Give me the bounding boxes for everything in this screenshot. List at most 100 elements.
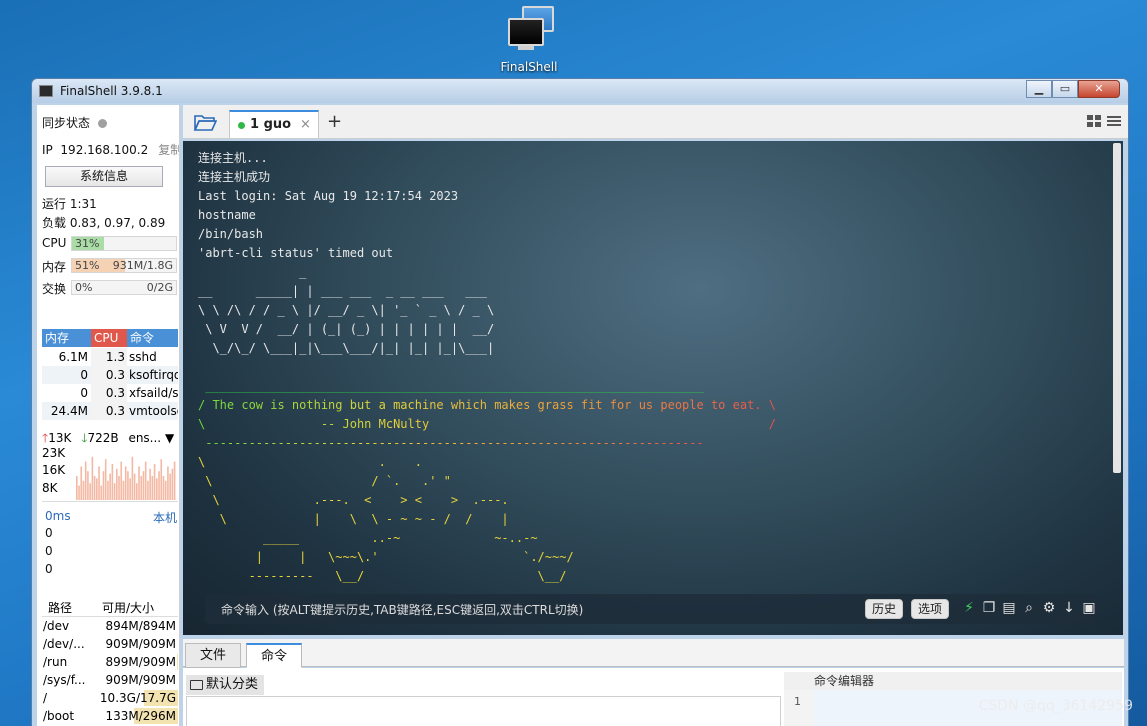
proc-col-cpu[interactable]: CPU [91,329,127,347]
copy-icon[interactable]: ❐ [981,599,997,617]
command-input-bar[interactable]: 命令输入 (按ALT键提示历史,TAB键路径,ESC键返回,双击CTRL切换) … [205,594,1098,624]
ip-value: 192.168.100.2 [60,143,149,157]
session-tab-bar: 1 guo × + [183,105,1128,139]
terminal[interactable]: 连接主机... 连接主机成功 Last login: Sat Aug 19 12… [183,141,1123,635]
editor-line-numbers: 1 [784,690,814,726]
net-bar [164,480,167,500]
system-info-button[interactable]: 系统信息 [45,166,163,187]
download-rate: 722B [87,431,119,445]
mem-label: 内存 [42,260,67,274]
process-row[interactable]: 0 0.3 ksoftirqd [42,366,178,384]
tab-label: 1 guo [250,117,292,132]
window-title: FinalShell 3.9.8.1 [60,84,163,98]
options-button[interactable]: 选项 [911,599,950,619]
category-default[interactable]: 默认分类 [186,675,265,695]
close-button[interactable]: ✕ [1078,80,1120,98]
close-tab-icon[interactable]: × [300,117,311,132]
proc-col-cmd[interactable]: 命令 [127,329,178,347]
arrow-down-icon[interactable]: ↓ [1061,599,1077,617]
net-bar [142,471,145,500]
net-bar [122,480,125,500]
window-icon[interactable]: ▣ [1081,599,1097,617]
cpu-label: CPU [42,236,67,250]
net-bar [129,478,131,500]
swap-meter: 0% 0/2G [71,280,177,295]
terminal-scrollbar[interactable] [1113,143,1121,473]
proc-col-mem[interactable]: 内存 [42,329,91,347]
net-bar [78,485,80,500]
monitor-icon [504,4,554,54]
disk-col-size[interactable]: 可用/大小 [98,599,178,616]
net-bar [133,473,136,500]
net-bar [102,471,105,500]
net-bar [120,461,123,500]
net-bar [171,468,174,500]
net-bar [173,461,176,500]
disk-row[interactable]: /10.3G/17.7G [42,689,178,707]
add-tab-icon[interactable]: + [327,111,342,132]
desktop-icon-label: FinalShell [500,60,558,74]
process-table-header: 内存 CPU 命令 [42,329,178,347]
disk-col-path[interactable]: 路径 [42,599,98,616]
tab-commands[interactable]: 命令 [246,643,303,668]
net-bar [84,461,87,500]
connected-status-icon [238,122,245,129]
process-row[interactable]: 24.4M0.3vmtoolsd [42,402,178,420]
process-row[interactable]: 6.1M 1.3 sshd [42,348,178,366]
bottom-tab-bar: 文件 命令 [183,639,1124,668]
menu-icon[interactable] [1106,113,1122,129]
minimize-button[interactable]: ▁ [1026,80,1052,98]
net-bar [89,483,91,500]
command-list[interactable] [186,696,781,726]
ip-row: IP 192.168.100.2 复制 [42,141,179,158]
desktop-icon-finalshell[interactable]: FinalShell [494,4,564,74]
cow-top-border: ________________________________________… [198,379,704,393]
copy-ip-link[interactable]: 复制 [158,143,179,157]
disk-row[interactable]: /dev 894M/894M [42,617,178,635]
process-row[interactable]: 0 0.3 xfsaild/s [42,384,178,402]
finalshell-window: FinalShell 3.9.8.1 ▁ ▭ ✕ 同步状态 IP 192.168… [31,78,1129,726]
folder-icon [190,680,203,690]
net-bar [107,480,109,500]
network-interface-select[interactable]: ens... [128,431,161,445]
grid-layout-icon[interactable] [1086,113,1102,129]
sync-status: 同步状态 [42,114,108,131]
net-bar [147,480,149,500]
disk-row[interactable]: /run 899M/909M [42,653,178,671]
ping-label: 0ms [45,509,71,523]
command-editor-title: 命令编辑器 [784,672,1122,690]
swap-label: 交换 [42,282,67,296]
title-bar[interactable]: FinalShell 3.9.8.1 ▁ ▭ ✕ [32,79,1128,103]
disk-row[interactable]: /dev/... 909M/909M [42,635,178,653]
paste-icon[interactable]: ▤ [1001,599,1017,617]
net-bar [167,466,169,500]
net-bar [151,476,154,500]
net-tick: 23K [42,446,66,460]
cpu-meter: 31% [71,236,177,251]
lightning-icon[interactable]: ⚡ [961,599,977,617]
disk-row[interactable]: /sys/f... 909M/909M [42,671,178,689]
net-bar [160,459,163,500]
tab-session-guo[interactable]: 1 guo × [229,110,319,138]
load-average: 负载 0.83, 0.97, 0.89 [42,216,166,230]
net-bar [98,466,100,500]
net-bar [76,476,78,500]
ping-host-select[interactable]: 本机 [153,509,177,526]
search-icon[interactable]: ⌕ [1021,599,1037,617]
net-bar [96,478,98,500]
tab-files[interactable]: 文件 [185,643,242,668]
net-bar [111,464,114,500]
app-icon [39,85,53,97]
gear-icon[interactable]: ⚙ [1041,599,1057,617]
network-traffic-bars [76,456,176,500]
net-bar [109,473,111,500]
ping-value: 0 [45,526,53,540]
command-input-hint[interactable]: 命令输入 (按ALT键提示历史,TAB键路径,ESC键返回,双击CTRL切换) [221,601,583,618]
net-bar [113,483,116,500]
folder-open-icon[interactable] [193,112,217,132]
chevron-down-icon[interactable]: ▼ [161,431,174,445]
sync-status-dot-icon [98,119,108,128]
maximize-button[interactable]: ▭ [1052,80,1078,98]
history-button[interactable]: 历史 [865,599,904,619]
disk-row[interactable]: /boot 133M/296M [42,707,178,725]
